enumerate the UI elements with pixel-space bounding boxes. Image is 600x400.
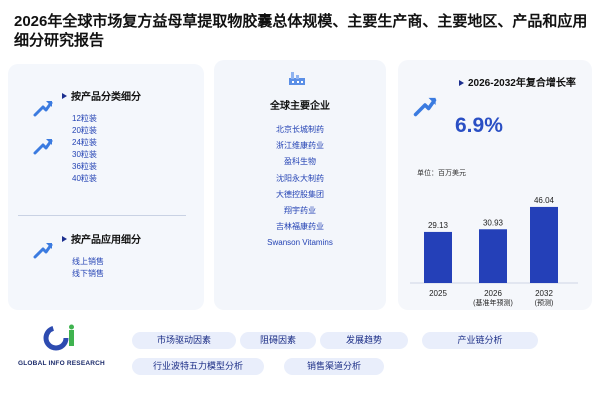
restraints-button[interactable]: 阻碍因素 xyxy=(240,332,316,349)
list-item: 24粒装 xyxy=(72,138,97,147)
page-title: 2026年全球市场复方益母草提取物胶囊总体规模、主要生产商、主要地区、产品和应用… xyxy=(14,13,588,49)
triangle-bullet-icon xyxy=(459,80,464,86)
application-segment-heading: 按产品应用细分 xyxy=(62,231,141,246)
companies-heading: 全球主要企业 xyxy=(270,101,330,112)
x-tick-label: (基准年预测) xyxy=(473,298,513,307)
triangle-bullet-icon xyxy=(62,235,67,242)
factory-icon xyxy=(289,72,305,85)
cagr-value: 6.9% xyxy=(455,114,503,137)
list-item: 12粒装 xyxy=(72,114,97,123)
bar-value-label: 30.93 xyxy=(483,218,504,227)
list-item: 36粒装 xyxy=(72,162,97,171)
growth-arrow-icon xyxy=(413,97,437,117)
x-tick-label: (预测) xyxy=(535,298,554,307)
bar xyxy=(424,231,452,283)
list-item: 30粒装 xyxy=(72,150,97,159)
bar xyxy=(530,206,558,283)
application-list: 线上销售 线下销售 xyxy=(72,256,104,280)
list-item: 线下销售 xyxy=(72,269,104,278)
list-item: 20粒装 xyxy=(72,126,97,135)
growth-arrow-icon xyxy=(33,243,53,259)
growth-arrow-icon xyxy=(33,139,53,155)
list-item: 大德控股集团 xyxy=(276,189,324,199)
product-list: 12粒装 20粒装 24粒装 30粒装 36粒装 40粒装 xyxy=(72,113,97,185)
bar-value-label: 29.13 xyxy=(428,221,449,230)
industry-chain-button[interactable]: 产业链分析 xyxy=(422,332,538,349)
product-segment-heading: 按产品分类细分 xyxy=(62,88,141,103)
trends-button[interactable]: 发展趋势 xyxy=(320,332,408,349)
x-tick-label: 2026 xyxy=(484,289,502,298)
list-item: 北京长城制药 xyxy=(276,125,324,134)
market-size-chart: 29.13 2025 30.93 2026(基准年预测) 46.04 2032(预测) xyxy=(410,196,578,307)
market-drivers-button[interactable]: 市场驱动因素 xyxy=(132,332,236,349)
companies-list: 北京长城制药 浙江维康药业 盈科生物 沈阳永大制药 大德控股集团 翔宇药业 吉林… xyxy=(214,122,386,252)
bar xyxy=(479,229,507,283)
logo-text: GLOBAL INFO RESEARCH xyxy=(18,360,105,367)
porter-five-forces-button[interactable]: 行业波特五力模型分析 xyxy=(132,358,264,375)
list-item: 翔宇药业 xyxy=(284,206,316,216)
growth-arrow-icon xyxy=(33,101,53,117)
cagr-label: 2026-2032年复合增长率 xyxy=(468,78,576,89)
list-item: 吉林福康药业 xyxy=(276,222,324,232)
list-item: 浙江维康药业 xyxy=(276,141,324,151)
x-tick-label: 2032 xyxy=(535,289,553,298)
list-item: 盈科生物 xyxy=(284,157,316,167)
company-logo xyxy=(43,324,74,351)
list-item: 沈阳永大制药 xyxy=(276,173,324,183)
bar-value-label: 46.04 xyxy=(534,196,555,205)
triangle-bullet-icon xyxy=(62,92,67,99)
sales-channel-button[interactable]: 销售渠道分析 xyxy=(284,358,384,375)
divider xyxy=(18,215,186,216)
list-item: Swanson Vitamins xyxy=(267,238,333,248)
x-tick-label: 2025 xyxy=(429,289,447,298)
list-item: 40粒装 xyxy=(72,174,97,183)
list-item: 线上销售 xyxy=(72,257,104,266)
